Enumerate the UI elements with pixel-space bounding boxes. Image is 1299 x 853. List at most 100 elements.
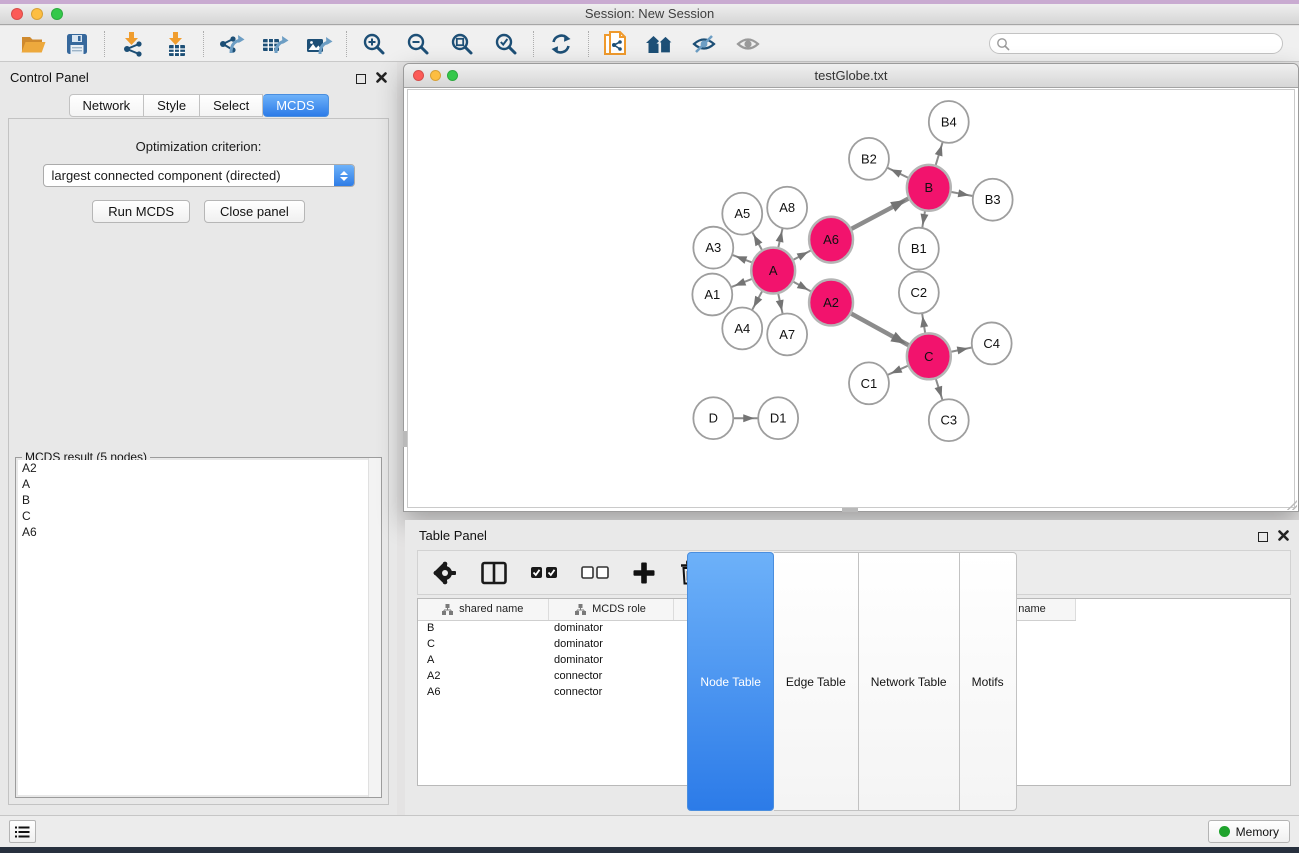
export-image-icon[interactable] [303,29,335,59]
graph-node-C4[interactable]: C4 [972,322,1012,364]
show-panels-icon[interactable] [732,29,764,59]
search-field-wrap [989,33,1283,54]
graph-node-label: B2 [861,151,877,166]
graph-node-B2[interactable]: B2 [849,138,889,180]
graph-node-B4[interactable]: B4 [929,101,969,143]
tab-style[interactable]: Style [144,94,200,117]
table-panel-tabs: Node Table Edge Table Network Table Moti… [405,552,1299,811]
tab-network[interactable]: Network [68,94,144,117]
graph-node-label: A1 [704,287,720,302]
graph-node-A1[interactable]: A1 [692,274,732,316]
toolbar-group-import [105,29,203,59]
status-bar: Memory [0,815,1299,847]
close-panel-icon[interactable] [376,71,387,86]
home-icon[interactable] [644,29,676,59]
tab-mcds[interactable]: MCDS [263,94,328,117]
task-history-icon[interactable] [9,820,36,843]
table-panel-title: Table Panel [419,528,487,543]
minimize-window-button[interactable] [31,8,43,20]
mcds-tab-content: Optimization criterion: largest connecte… [8,118,389,805]
graph-node-A4[interactable]: A4 [722,307,762,349]
tab-network-table[interactable]: Network Table [859,552,960,811]
graph-node-D1[interactable]: D1 [758,397,798,439]
graph-node-label: A8 [779,200,795,215]
close-window-button[interactable] [11,8,23,20]
mcds-result-item[interactable]: A6 [18,524,379,540]
close-table-panel-icon[interactable] [1278,529,1289,544]
graph-node-B1[interactable]: B1 [899,228,939,270]
toolbar-group-zoom [347,29,533,59]
graph-node-label: C [924,349,933,364]
graph-node-A6[interactable]: A6 [809,217,853,263]
graph-node-label: C4 [983,336,1000,351]
graph-node-label: A4 [734,321,750,336]
hide-panels-icon[interactable] [688,29,720,59]
network-canvas[interactable]: B4 B2 B B3 A8 A5 A6 A3 B1 A A1 C2 A2 A4 A7 C4 C C1 D D1 C3 [407,89,1295,508]
graph-node-A8[interactable]: A8 [767,187,807,229]
mcds-result-item[interactable]: A2 [18,460,379,476]
birdseye-grip-bottom[interactable] [842,508,858,512]
graph-node-A5[interactable]: A5 [722,193,762,235]
criterion-select-value: largest connected component (directed) [52,168,281,183]
graph-edge-arrowhead [935,145,943,157]
birdseye-grip-left[interactable] [403,431,407,447]
graph-node-C3[interactable]: C3 [929,399,969,441]
mcds-result-list: A2ABCA6 [18,460,379,795]
graph-node-label: C2 [911,285,928,300]
graph-node-C2[interactable]: C2 [899,272,939,314]
tab-edge-table[interactable]: Edge Table [774,552,859,811]
graph-node-B[interactable]: B [907,165,951,211]
graph-node-A[interactable]: A [751,248,795,294]
criterion-select[interactable]: largest connected component (directed) [43,164,355,187]
save-session-icon[interactable] [61,29,93,59]
network-zoom-button[interactable] [447,70,458,81]
zoom-in-icon[interactable] [358,29,390,59]
import-network-icon[interactable] [116,29,148,59]
open-session-icon[interactable] [17,29,49,59]
graph-node-C1[interactable]: C1 [849,362,889,404]
network-window-title: testGlobe.txt [404,64,1298,87]
export-table-icon[interactable] [259,29,291,59]
zoom-fit-icon[interactable] [446,29,478,59]
graph-node-label: D1 [770,411,787,426]
network-window-titlebar[interactable]: testGlobe.txt [404,64,1298,88]
tab-select[interactable]: Select [200,94,263,117]
graph-node-A7[interactable]: A7 [767,313,807,355]
graph-node-label: B [925,180,934,195]
graph-edge-arrowhead [890,200,906,212]
network-minimize-button[interactable] [430,70,441,81]
graph-node-C[interactable]: C [907,333,951,379]
import-table-icon[interactable] [160,29,192,59]
graph-edge-arrowhead [797,252,809,261]
graph-node-A3[interactable]: A3 [693,227,733,269]
tab-node-table[interactable]: Node Table [687,552,774,811]
window-resize-grip[interactable] [1287,500,1297,510]
zoom-selected-icon[interactable] [490,29,522,59]
graph-node-D[interactable]: D [693,397,733,439]
zoom-out-icon[interactable] [402,29,434,59]
graph-node-label: A6 [823,232,839,247]
export-network-icon[interactable] [215,29,247,59]
desktop-strip-bottom [0,847,1299,853]
mcds-result-scrollbar[interactable] [368,458,381,797]
new-network-from-selection-icon[interactable] [600,29,632,59]
search-icon [996,37,1010,56]
refresh-icon[interactable] [545,29,577,59]
memory-label: Memory [1236,825,1279,839]
float-panel-icon[interactable] [356,74,366,84]
search-input[interactable] [989,33,1283,54]
memory-button[interactable]: Memory [1208,820,1290,843]
network-close-button[interactable] [413,70,424,81]
graph-node-label: B4 [941,114,957,129]
graph-node-A2[interactable]: A2 [809,280,853,326]
graph-edge-arrowhead [935,386,943,398]
float-table-panel-icon[interactable] [1258,532,1268,542]
mcds-result-item[interactable]: A [18,476,379,492]
tab-motifs[interactable]: Motifs [960,552,1017,811]
run-mcds-button[interactable]: Run MCDS [92,200,190,223]
close-panel-button[interactable]: Close panel [204,200,305,223]
zoom-window-button[interactable] [51,8,63,20]
mcds-result-item[interactable]: C [18,508,379,524]
graph-node-B3[interactable]: B3 [973,179,1013,221]
mcds-result-item[interactable]: B [18,492,379,508]
